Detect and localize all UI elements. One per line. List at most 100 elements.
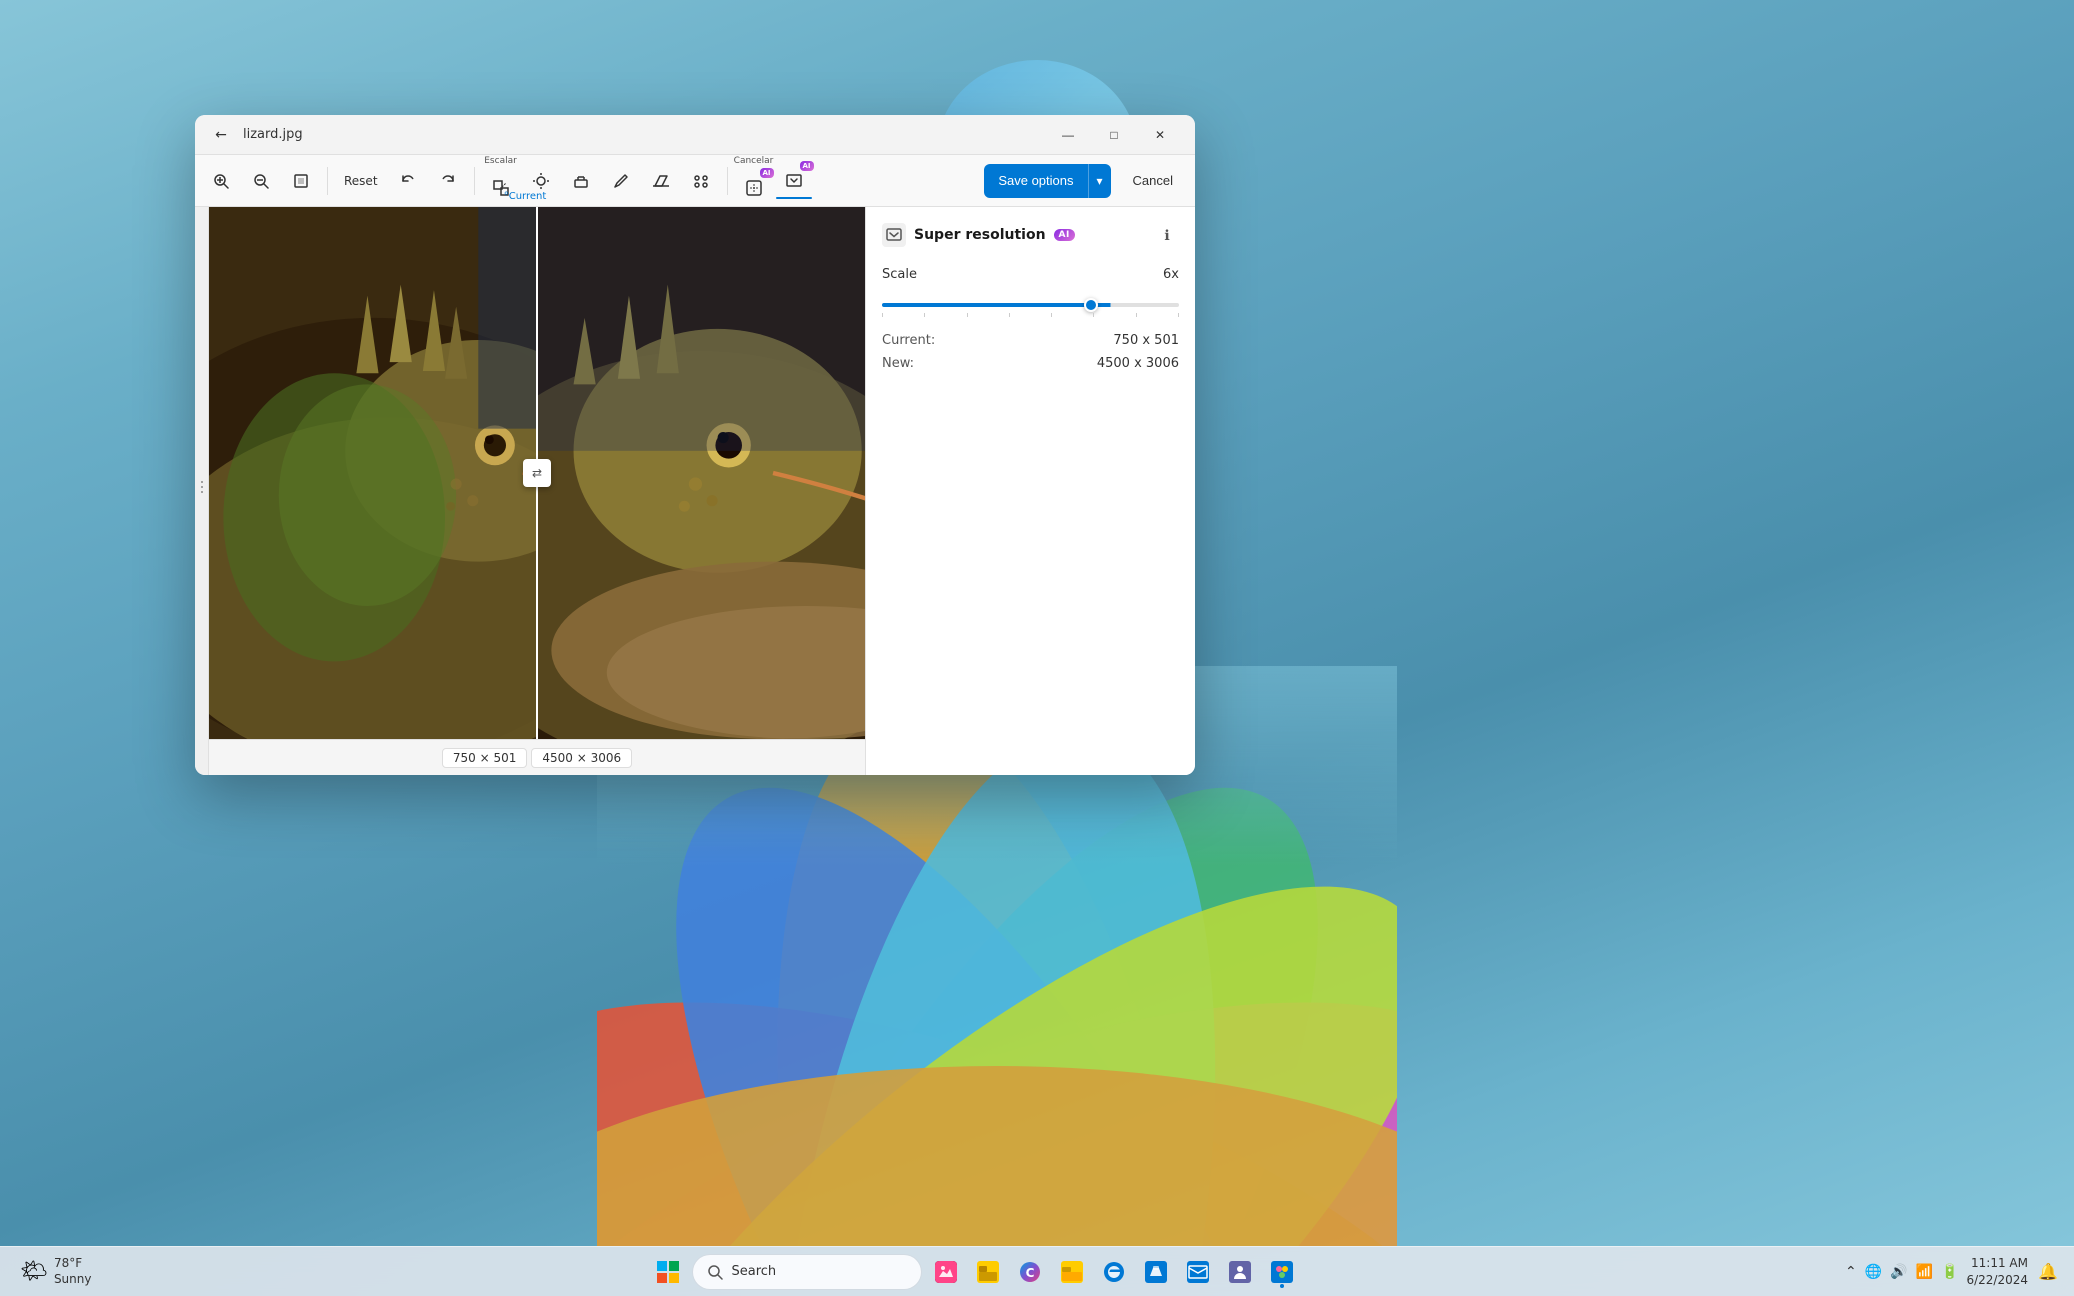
ai-tool1-wrapper: Cancelar AI xyxy=(736,156,772,206)
save-options-chevron[interactable]: ▾ xyxy=(1088,164,1111,198)
scale-tool-wrapper: Escalar xyxy=(483,156,519,206)
scale-row: Scale 6x xyxy=(882,267,1179,282)
clock-time: 11:11 AM xyxy=(1966,1255,2028,1272)
search-bar[interactable]: Search xyxy=(692,1254,922,1290)
ai-tool1-button[interactable]: AI xyxy=(736,170,772,206)
fit-button[interactable] xyxy=(283,163,319,199)
clock-date: 6/22/2024 xyxy=(1966,1272,2028,1289)
weather-icon: 🌤 xyxy=(20,1259,48,1284)
redo-button[interactable] xyxy=(430,163,466,199)
ai-badge-2: AI xyxy=(800,161,814,171)
taskbar-left: 🌤 78°F Sunny xyxy=(0,1252,120,1291)
enhanced-image-panel xyxy=(537,207,865,739)
color-button[interactable] xyxy=(563,163,599,199)
zoom-in-button[interactable] xyxy=(203,163,239,199)
tick-3 xyxy=(967,313,968,317)
ai-badge-1: AI xyxy=(760,168,774,178)
tray-network[interactable]: 🌐 xyxy=(1863,1262,1884,1282)
ai-tool2-button[interactable]: AI xyxy=(776,163,812,199)
original-image-panel xyxy=(209,207,537,739)
save-options-button[interactable]: Save options xyxy=(984,164,1087,198)
new-dimension-label: 4500 × 3006 xyxy=(531,748,632,768)
taskbar-app-teams[interactable] xyxy=(1222,1254,1258,1290)
tray-speaker[interactable]: 🔊 xyxy=(1888,1262,1909,1282)
reset-label: Reset xyxy=(344,174,378,188)
undo-button[interactable] xyxy=(390,163,426,199)
new-value: 4500 x 3006 xyxy=(1097,356,1179,371)
scale-value: 6x xyxy=(1163,267,1179,282)
new-key: New: xyxy=(882,356,914,371)
cancel-top-label: Cancelar xyxy=(734,156,774,166)
search-text: Search xyxy=(731,1264,776,1279)
reset-button[interactable]: Reset xyxy=(336,163,386,199)
taskbar-app-mail[interactable] xyxy=(1180,1254,1216,1290)
tick-6 xyxy=(1093,313,1094,317)
image-canvas: ⇄ 750 × 501 4500 × 3006 xyxy=(209,207,865,775)
left-handle[interactable] xyxy=(195,207,209,775)
comparison-view: ⇄ xyxy=(209,207,865,739)
start-button[interactable] xyxy=(650,1254,686,1290)
taskbar-right: ⌃ 🌐 🔊 📶 🔋 11:11 AM 6/22/2024 🔔 xyxy=(1831,1255,2074,1289)
tray-chevron[interactable]: ⌃ xyxy=(1843,1262,1859,1282)
taskbar-app-explorer[interactable] xyxy=(970,1254,1006,1290)
back-button[interactable]: ← xyxy=(207,121,235,149)
brightness-button[interactable] xyxy=(523,163,559,199)
tray-wifi[interactable]: 📶 xyxy=(1914,1262,1935,1282)
slider-container xyxy=(882,292,1179,317)
scale-label: Scale xyxy=(882,267,917,282)
divider-3 xyxy=(727,167,728,195)
tick-4 xyxy=(1009,313,1010,317)
taskbar-app-photos[interactable] xyxy=(928,1254,964,1290)
active-underline xyxy=(776,197,812,199)
close-button[interactable]: ✕ xyxy=(1137,119,1183,151)
dimension-labels: 750 × 501 4500 × 3006 xyxy=(209,739,865,775)
title-bar: ← lizard.jpg — □ ✕ xyxy=(195,115,1195,155)
pen-button[interactable] xyxy=(603,163,639,199)
info-button[interactable]: ℹ xyxy=(1155,223,1179,247)
time-display[interactable]: 11:11 AM 6/22/2024 xyxy=(1966,1255,2028,1289)
weather-temp: 78°F xyxy=(54,1256,92,1272)
current-value: 750 x 501 xyxy=(1113,333,1179,348)
maximize-button[interactable]: □ xyxy=(1091,119,1137,151)
taskbar-app-paint[interactable] xyxy=(1264,1254,1300,1290)
window-title: lizard.jpg xyxy=(243,127,1045,142)
taskbar: 🌤 78°F Sunny Search xyxy=(0,1246,2074,1296)
scale-top-label: Escalar xyxy=(484,156,517,166)
taskbar-app-edge[interactable] xyxy=(1096,1254,1132,1290)
multi-tool-button[interactable] xyxy=(683,163,719,199)
weather-condition: Sunny xyxy=(54,1272,92,1288)
tick-1 xyxy=(882,313,883,317)
toolbar: Reset Escalar xyxy=(195,155,1195,207)
zoom-out-button[interactable] xyxy=(243,163,279,199)
svg-text:C: C xyxy=(1026,1266,1035,1280)
erase-button[interactable] xyxy=(643,163,679,199)
current-info-row: Current: 750 x 501 xyxy=(882,333,1179,348)
panel-icon xyxy=(882,223,906,247)
ai-tool2-wrapper: AI xyxy=(776,163,812,199)
panel-title: Super resolution xyxy=(914,227,1046,243)
scale-slider[interactable] xyxy=(882,303,1179,307)
minimize-button[interactable]: — xyxy=(1045,119,1091,151)
weather-info: 78°F Sunny xyxy=(54,1256,92,1287)
current-key: Current: xyxy=(882,333,935,348)
cancel-button[interactable]: Cancel xyxy=(1119,164,1187,198)
tray-battery[interactable]: 🔋 xyxy=(1939,1262,1960,1282)
notification-button[interactable]: 🔔 xyxy=(2034,1258,2062,1286)
compare-handle-icon: ⇄ xyxy=(532,466,542,480)
taskbar-app-files[interactable] xyxy=(1054,1254,1090,1290)
scale-tool-button[interactable] xyxy=(483,170,519,206)
tick-2 xyxy=(924,313,925,317)
right-panel: Super resolution AI ℹ Scale 6x xyxy=(865,207,1195,775)
window-controls: — □ ✕ xyxy=(1045,119,1183,151)
weather-widget[interactable]: 🌤 78°F Sunny xyxy=(12,1252,99,1291)
comparison-handle[interactable]: ⇄ xyxy=(523,459,551,487)
taskbar-app-copilot[interactable]: C xyxy=(1012,1254,1048,1290)
tick-7 xyxy=(1136,313,1137,317)
panel-header: Super resolution AI ℹ xyxy=(882,223,1179,247)
taskbar-app-store[interactable] xyxy=(1138,1254,1174,1290)
paint-window: ← lizard.jpg — □ ✕ xyxy=(195,115,1195,775)
original-dimension-label: 750 × 501 xyxy=(442,748,528,768)
search-icon xyxy=(707,1264,723,1280)
taskbar-center: Search xyxy=(120,1254,1831,1290)
divider-2 xyxy=(474,167,475,195)
